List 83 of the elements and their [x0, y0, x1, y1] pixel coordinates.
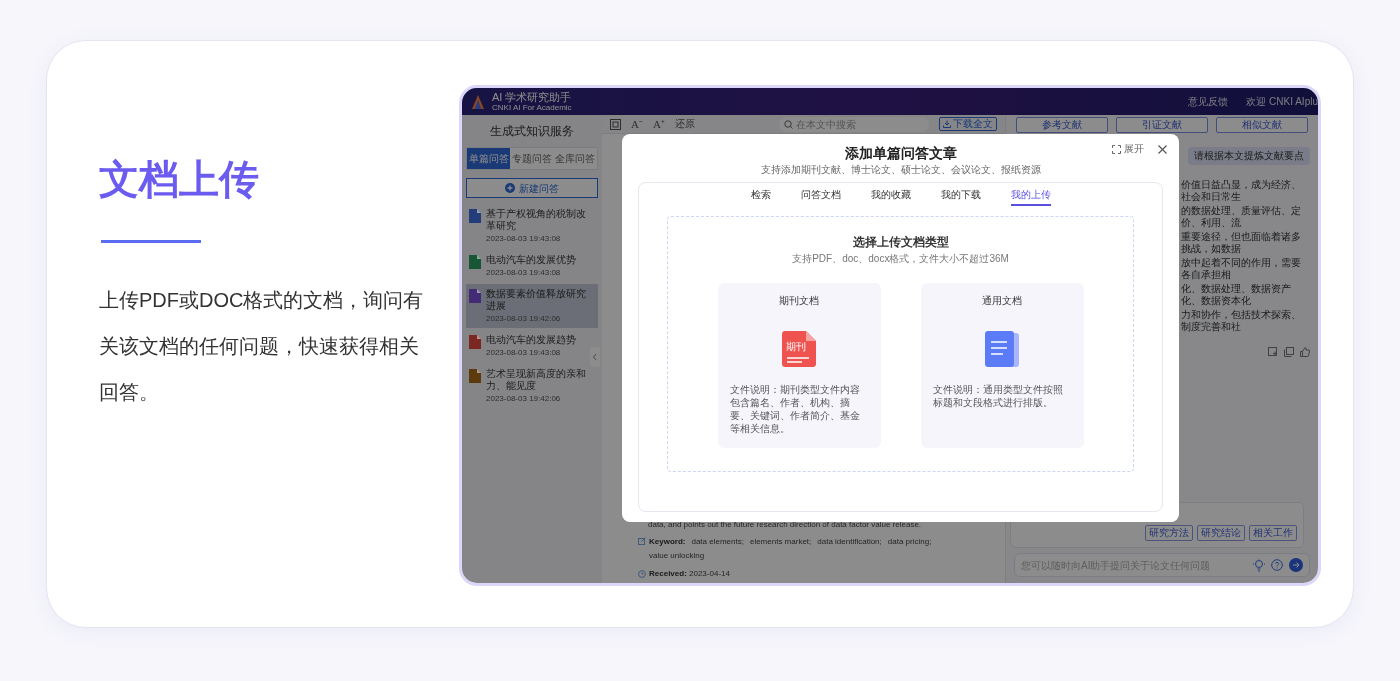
keyword-link[interactable]: data identification; [817, 535, 882, 549]
collapse-handle-icon[interactable] [590, 347, 600, 367]
note-add-icon[interactable] [1268, 347, 1278, 357]
header-link[interactable]: 意见反馈 [1188, 94, 1229, 109]
thumbs-up-icon[interactable] [1300, 347, 1310, 357]
answer-text: 力和协作，包括技术探索、制度完善和社 [1181, 309, 1302, 333]
answer-text: 化、数据处理、数据资产化、数据资本化 [1181, 283, 1292, 307]
reset-button[interactable]: 还原 [674, 119, 695, 129]
layout-icon[interactable] [610, 118, 621, 130]
logo-icon [470, 93, 486, 110]
sidebar-tab[interactable]: 专题问答 [510, 148, 554, 169]
upload-title: 选择上传文档类型 [852, 235, 949, 249]
sidebar-title: 生成式知识服务 [489, 123, 575, 140]
new-chat-button[interactable]: 新建问答 [466, 178, 598, 198]
modal-tab[interactable]: 我的收藏 [870, 189, 911, 206]
header-link[interactable]: 欢迎 CNKI AIplu [1246, 94, 1318, 109]
font-larger-button[interactable]: A⁺ [652, 118, 665, 130]
answer-text: 重要途径，但也面临着诸多挑战，如数据 [1181, 231, 1302, 255]
close-icon[interactable] [1158, 144, 1167, 154]
app-title: AI 学术研究助手 [492, 91, 572, 103]
answer-text: 放中起着不同的作用，需要各自承担相 [1181, 257, 1302, 281]
icon-label: 期刊 [786, 341, 806, 353]
card-description: 文件说明：通用类型文件按照标题和文段格式进行排版。 [932, 383, 1064, 409]
history-item[interactable]: 基于产权视角的税制改革研究 2023-08-03 19:43:08 [466, 204, 598, 248]
keyword-link[interactable]: data elements; [691, 535, 744, 549]
history-time: 2023-08-03 19:43:08 [486, 234, 562, 244]
received-date: Received: 2023-04-14 [649, 568, 730, 579]
expand-icon [1112, 144, 1121, 154]
feature-description: 上传PDF或DOC格式的文档，询问有关该文档的任何问题，快速获得相关回答。 [99, 288, 425, 405]
modal-title: 添加单篇问答文章 [844, 144, 957, 162]
answer-text: 价值日益凸显，成为经济、社会和日常生 [1181, 179, 1302, 203]
upload-hint: 支持PDF、doc、docx格式，文件大小不超过36M [792, 253, 1009, 265]
modal-subtitle: 支持添加期刊文献、博士论文、硕士论文、会议论文、报纸资源 [760, 164, 1041, 176]
document-icon [985, 331, 1019, 367]
keyword-link[interactable]: elements market; [749, 535, 812, 549]
copy-icon[interactable] [1284, 347, 1294, 357]
download-icon [943, 120, 951, 128]
keyword-link[interactable]: data pricing; [887, 535, 932, 549]
prompt-bubble: 请根据本文提炼文献要点 [1188, 147, 1310, 165]
modal-tab[interactable]: 我的下载 [940, 189, 981, 206]
expand-button[interactable]: 展开 [1112, 144, 1144, 154]
history-title: 基于产权视角的税制改革研究 [486, 208, 587, 232]
history-title: 电动汽车的发展优势 [486, 254, 576, 266]
modal-tab[interactable]: 检索 [750, 189, 771, 206]
app-subtitle: CNKI AI For Academic [492, 103, 572, 112]
suggestion-chip[interactable]: 研究方法 [1145, 525, 1193, 541]
card-description: 文件说明：期刊类型文件内容包含篇名、作者、机构、摘要、关键词、作者简介、基金等相关信息。 [729, 383, 861, 435]
plus-circle-icon [505, 183, 515, 193]
edit-icon [638, 537, 646, 545]
reference-tab[interactable]: 引证文献 [1116, 117, 1208, 133]
history-time: 2023-08-03 19:43:08 [486, 268, 562, 278]
help-icon[interactable] [1271, 559, 1283, 571]
feature-title: 文档上传 [99, 156, 260, 203]
history-item[interactable]: 电动汽车的发展优势 2023-08-03 19:43:08 [466, 250, 598, 282]
card-title: 期刊文档 [779, 295, 819, 307]
sidebar-tab[interactable]: 单篇问答 [467, 148, 511, 169]
modal-tab[interactable]: 问答文档 [800, 189, 841, 206]
history-item[interactable]: 艺术呈现新高度的亲和力、能见度 2023-08-03 19:42:06 [466, 364, 598, 408]
history-time: 2023-08-03 19:43:08 [486, 348, 562, 358]
reference-tab[interactable]: 参考文献 [1016, 117, 1108, 133]
keyword-line: Keyword: data elements; elements market; data identification; data pricing; value unlocking [649, 535, 969, 563]
document-icon [782, 331, 816, 367]
suggestion-chip[interactable]: 研究结论 [1197, 525, 1245, 541]
answer-text: 的数据处理、质量评估、定价、利用、流 [1181, 205, 1302, 229]
modal-tab[interactable]: 我的上传 [1010, 189, 1051, 206]
document-type-card[interactable]: 通用文档 文件说明：通用类型文件按照标题和文段格式进行排版。 [920, 283, 1084, 448]
history-title: 艺术呈现新高度的亲和力、能见度 [486, 368, 587, 392]
history-title: 数据要素价值释放研究进展 [486, 288, 587, 312]
reference-tab[interactable]: 相似文献 [1216, 117, 1308, 133]
keyword-link[interactable]: value unlocking [649, 549, 705, 563]
article-text: data, and points out the future research direction of data factor value release. [647, 519, 923, 530]
search-icon [784, 119, 793, 129]
lightbulb-icon[interactable] [1253, 558, 1265, 572]
card-title: 通用文档 [982, 295, 1022, 307]
suggestion-chip[interactable]: 相关工作 [1249, 525, 1297, 541]
font-smaller-button[interactable]: A⁻ [631, 118, 643, 130]
history-title: 电动汽车的发展趋势 [486, 334, 576, 346]
download-button[interactable]: 下载全文 [939, 117, 997, 131]
sidebar-tab[interactable]: 全库问答 [553, 148, 597, 169]
clock-icon [638, 569, 646, 578]
document-type-card[interactable]: 期刊文档 期刊 文件说明：期刊类型文件内容包含篇名、作者、机构、摘要、关键词、作者简介、基金等相关信息。 [717, 283, 881, 448]
history-time: 2023-08-03 19:42:06 [486, 394, 562, 404]
send-icon[interactable] [1289, 558, 1303, 572]
